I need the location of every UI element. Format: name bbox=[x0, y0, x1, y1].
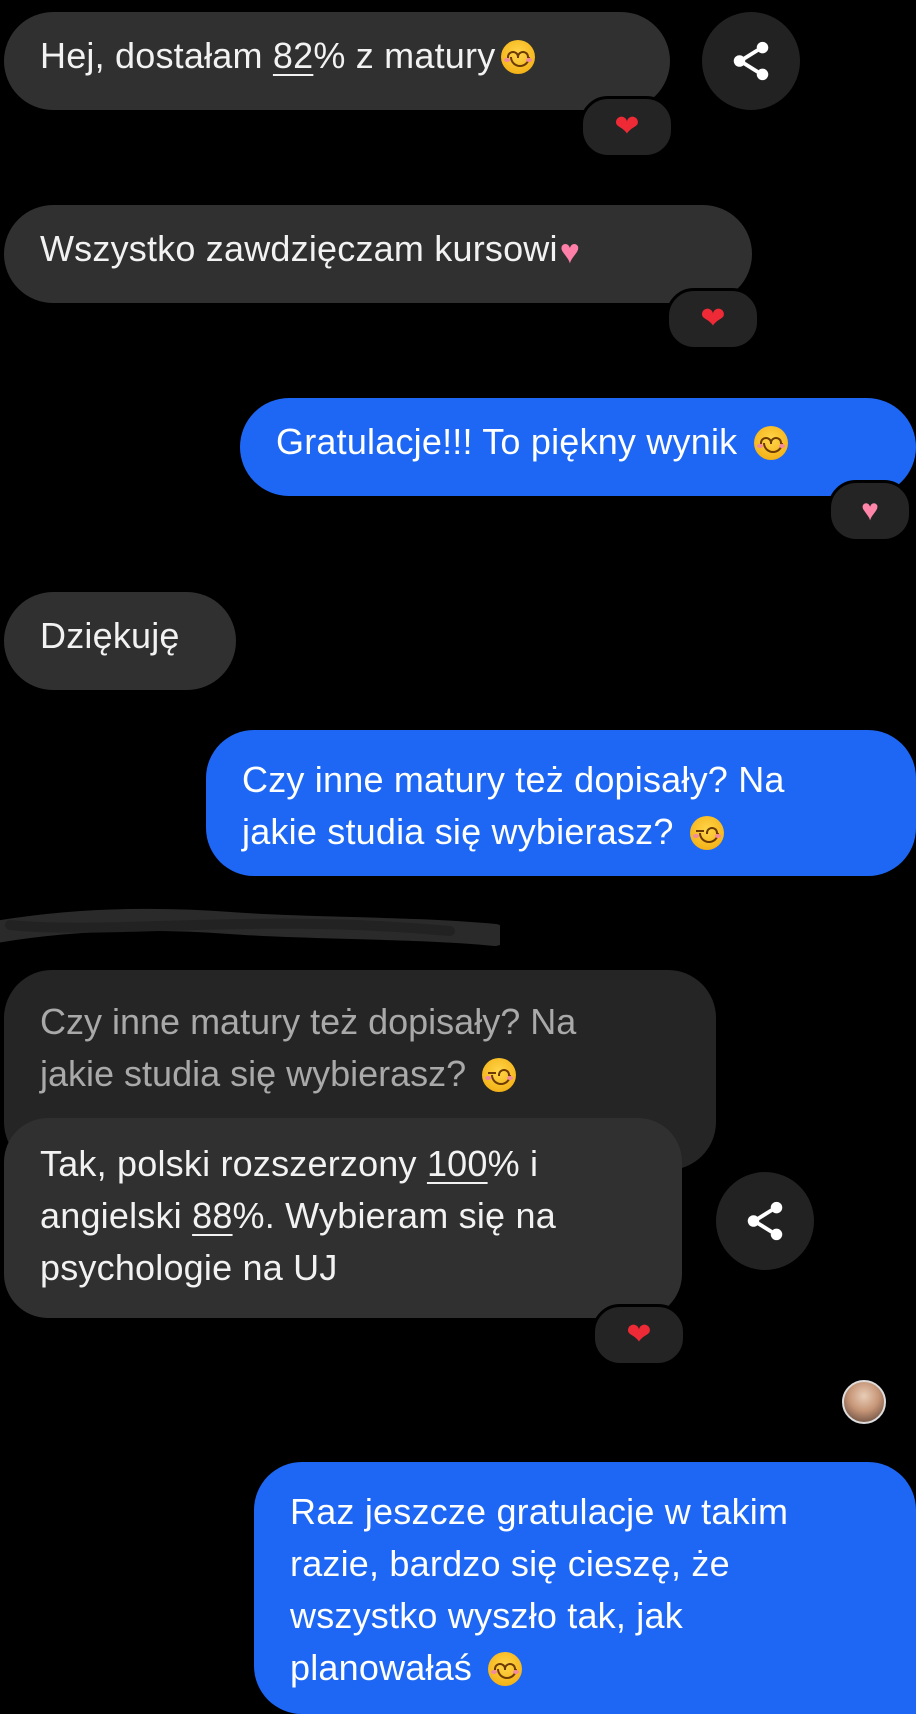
winking-face-emoji-icon bbox=[482, 1058, 517, 1092]
share-button[interactable] bbox=[716, 1172, 814, 1270]
message-bubble-outgoing[interactable]: Czy inne matury też dopisały? Na jakie s… bbox=[206, 730, 916, 876]
reaction-badge[interactable]: ♥ bbox=[828, 480, 912, 542]
message-bubble-incoming[interactable]: Dziękuję bbox=[4, 592, 236, 690]
heart-icon: ♥ bbox=[861, 494, 879, 527]
message-bubble-incoming[interactable]: Wszystko zawdzięczam kursowi♥ bbox=[4, 205, 752, 303]
heart-icon: ❤ bbox=[700, 302, 726, 335]
message-text: Dziękuję bbox=[40, 615, 180, 656]
smiling-face-emoji-icon bbox=[753, 426, 788, 460]
smiling-face-emoji-icon bbox=[501, 40, 536, 74]
message-text: Wszystko zawdzięczam kursowi bbox=[40, 228, 558, 269]
share-icon bbox=[733, 41, 769, 81]
quoted-text: Czy inne matury też dopisały? Na bbox=[40, 1001, 577, 1042]
message-text: Hej, dostałam bbox=[40, 35, 273, 76]
message-text: wszystko wyszło tak, jak bbox=[290, 1595, 683, 1636]
message-text: % z matury bbox=[313, 35, 496, 76]
message-bubble-outgoing[interactable]: Gratulacje!!! To piękny wynik bbox=[240, 398, 916, 496]
message-text: 82 bbox=[272, 35, 314, 76]
redaction-scribble bbox=[0, 908, 500, 946]
quoted-text: jakie studia się wybierasz? bbox=[40, 1053, 477, 1094]
message-text: %. Wybieram się na bbox=[232, 1195, 556, 1236]
reaction-badge[interactable]: ❤ bbox=[666, 288, 760, 350]
message-bubble-outgoing[interactable]: Raz jeszcze gratulacje w takim razie, ba… bbox=[254, 1462, 916, 1714]
share-button[interactable] bbox=[702, 12, 800, 110]
message-text: 100 bbox=[426, 1143, 488, 1184]
message-text: angielski bbox=[40, 1195, 193, 1236]
message-bubble-incoming[interactable]: Tak, polski rozszerzony 100% i angielski… bbox=[4, 1118, 682, 1318]
message-text: Tak, polski rozszerzony bbox=[40, 1143, 427, 1184]
winking-face-emoji-icon bbox=[689, 816, 724, 850]
heart-icon: ❤ bbox=[626, 1318, 652, 1351]
share-icon bbox=[747, 1201, 783, 1241]
message-text: Raz jeszcze gratulacje w takim bbox=[290, 1491, 789, 1532]
message-text: % i bbox=[487, 1143, 539, 1184]
heart-icon: ❤ bbox=[614, 110, 640, 143]
smiling-face-emoji-icon bbox=[488, 1652, 523, 1686]
growing-heart-emoji-icon: ♥ bbox=[559, 233, 581, 271]
message-text: 88 bbox=[192, 1195, 233, 1236]
message-text: Gratulacje!!! To piękny wynik bbox=[276, 421, 748, 462]
message-text: Czy inne matury też dopisały? Na bbox=[242, 759, 785, 800]
avatar bbox=[842, 1380, 886, 1424]
message-text: psychologie na UJ bbox=[40, 1247, 338, 1288]
reaction-badge[interactable]: ❤ bbox=[592, 1304, 686, 1366]
message-text: planowałaś bbox=[290, 1647, 483, 1688]
message-text: razie, bardzo się cieszę, że bbox=[290, 1543, 730, 1584]
message-bubble-incoming[interactable]: Hej, dostałam 82% z matury bbox=[4, 12, 670, 110]
message-text: jakie studia się wybierasz? bbox=[242, 811, 684, 852]
reaction-badge[interactable]: ❤ bbox=[580, 96, 674, 158]
